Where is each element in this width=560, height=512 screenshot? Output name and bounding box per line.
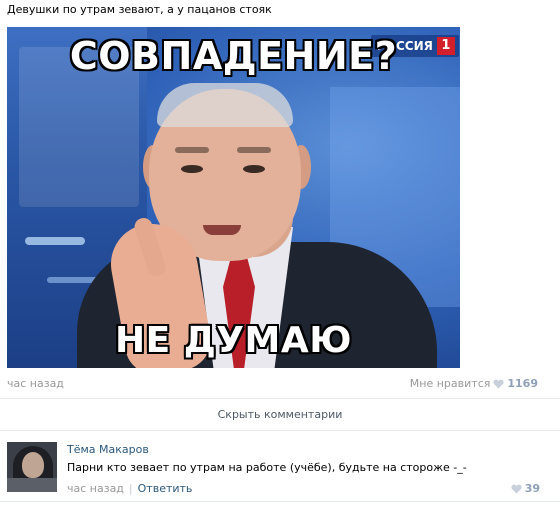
- comment-separator: |: [128, 482, 133, 495]
- post-image[interactable]: РОССИЯ 1 СОВПАДЕНИЕ? НЕ ДУМАЮ: [7, 27, 460, 368]
- heart-icon: [511, 484, 522, 494]
- avatar-body: [7, 478, 57, 492]
- comment-like-count: 39: [524, 482, 540, 495]
- reply-button[interactable]: Ответить: [138, 482, 193, 495]
- divider: [0, 501, 560, 502]
- post-text: Девушки по утрам зевают, а у пацанов сто…: [7, 3, 272, 16]
- hide-comments-link[interactable]: Скрыть комментарии: [0, 408, 560, 421]
- meme-caption-top: СОВПАДЕНИЕ?: [69, 34, 398, 78]
- comment-timestamp[interactable]: час назад: [67, 482, 124, 495]
- comment-like-button[interactable]: 39: [511, 482, 540, 495]
- post-like-count: 1169: [507, 377, 538, 390]
- like-label: Мне нравится: [409, 377, 491, 390]
- presenter-eye: [181, 165, 203, 173]
- presenter-brow: [237, 147, 271, 153]
- studio-light: [25, 237, 85, 245]
- post-like-button[interactable]: Мне нравится 1169: [410, 377, 538, 390]
- presenter-mouth: [203, 225, 241, 235]
- divider: [0, 430, 560, 431]
- post-timestamp[interactable]: час назад: [7, 377, 64, 390]
- presenter-brow: [175, 147, 209, 153]
- avatar-face: [22, 452, 44, 478]
- comment-meta: час назад | Ответить: [67, 482, 192, 495]
- avatar[interactable]: [7, 442, 57, 492]
- heart-icon: [493, 379, 504, 389]
- meme-caption-bottom: НЕ ДУМАЮ: [114, 320, 352, 361]
- presenter-hair: [157, 83, 293, 127]
- comment-author[interactable]: Тёма Макаров: [67, 443, 149, 456]
- divider: [0, 398, 560, 399]
- comment-text: Парни кто зевает по утрам на работе (учё…: [67, 461, 467, 474]
- presenter-eye: [243, 165, 265, 173]
